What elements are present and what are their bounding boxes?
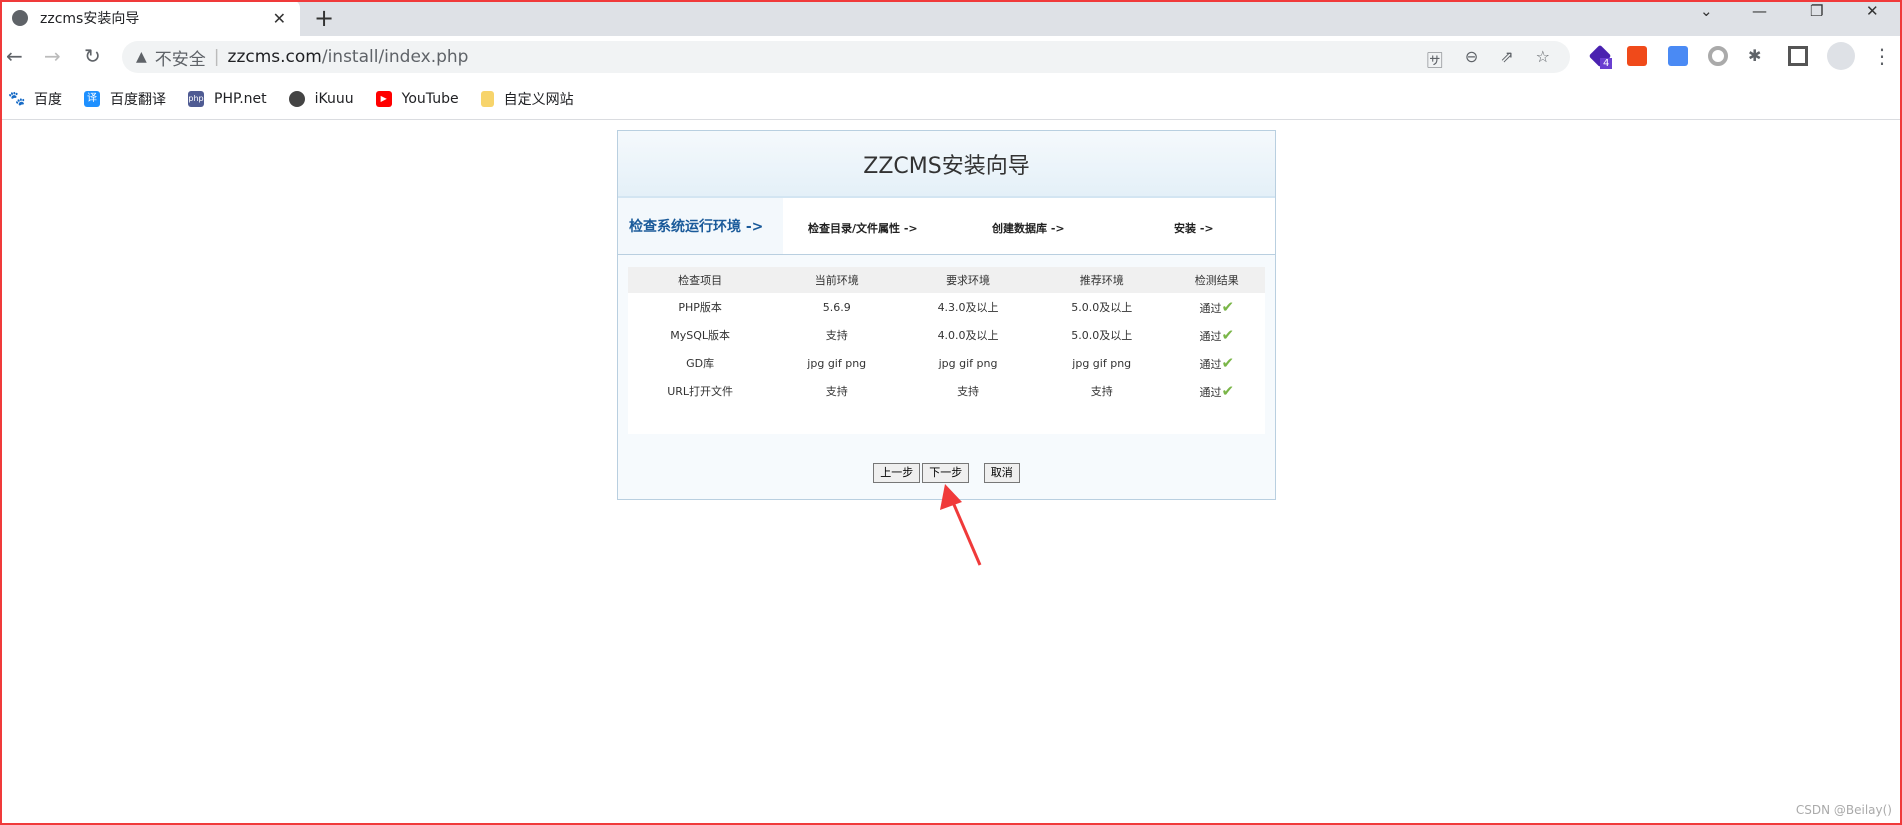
arrow-shaft — [950, 499, 982, 566]
watermark: CSDN @Beilay() — [1795, 803, 1892, 817]
annotation-arrow — [940, 484, 982, 566]
arrow-head — [940, 484, 962, 510]
